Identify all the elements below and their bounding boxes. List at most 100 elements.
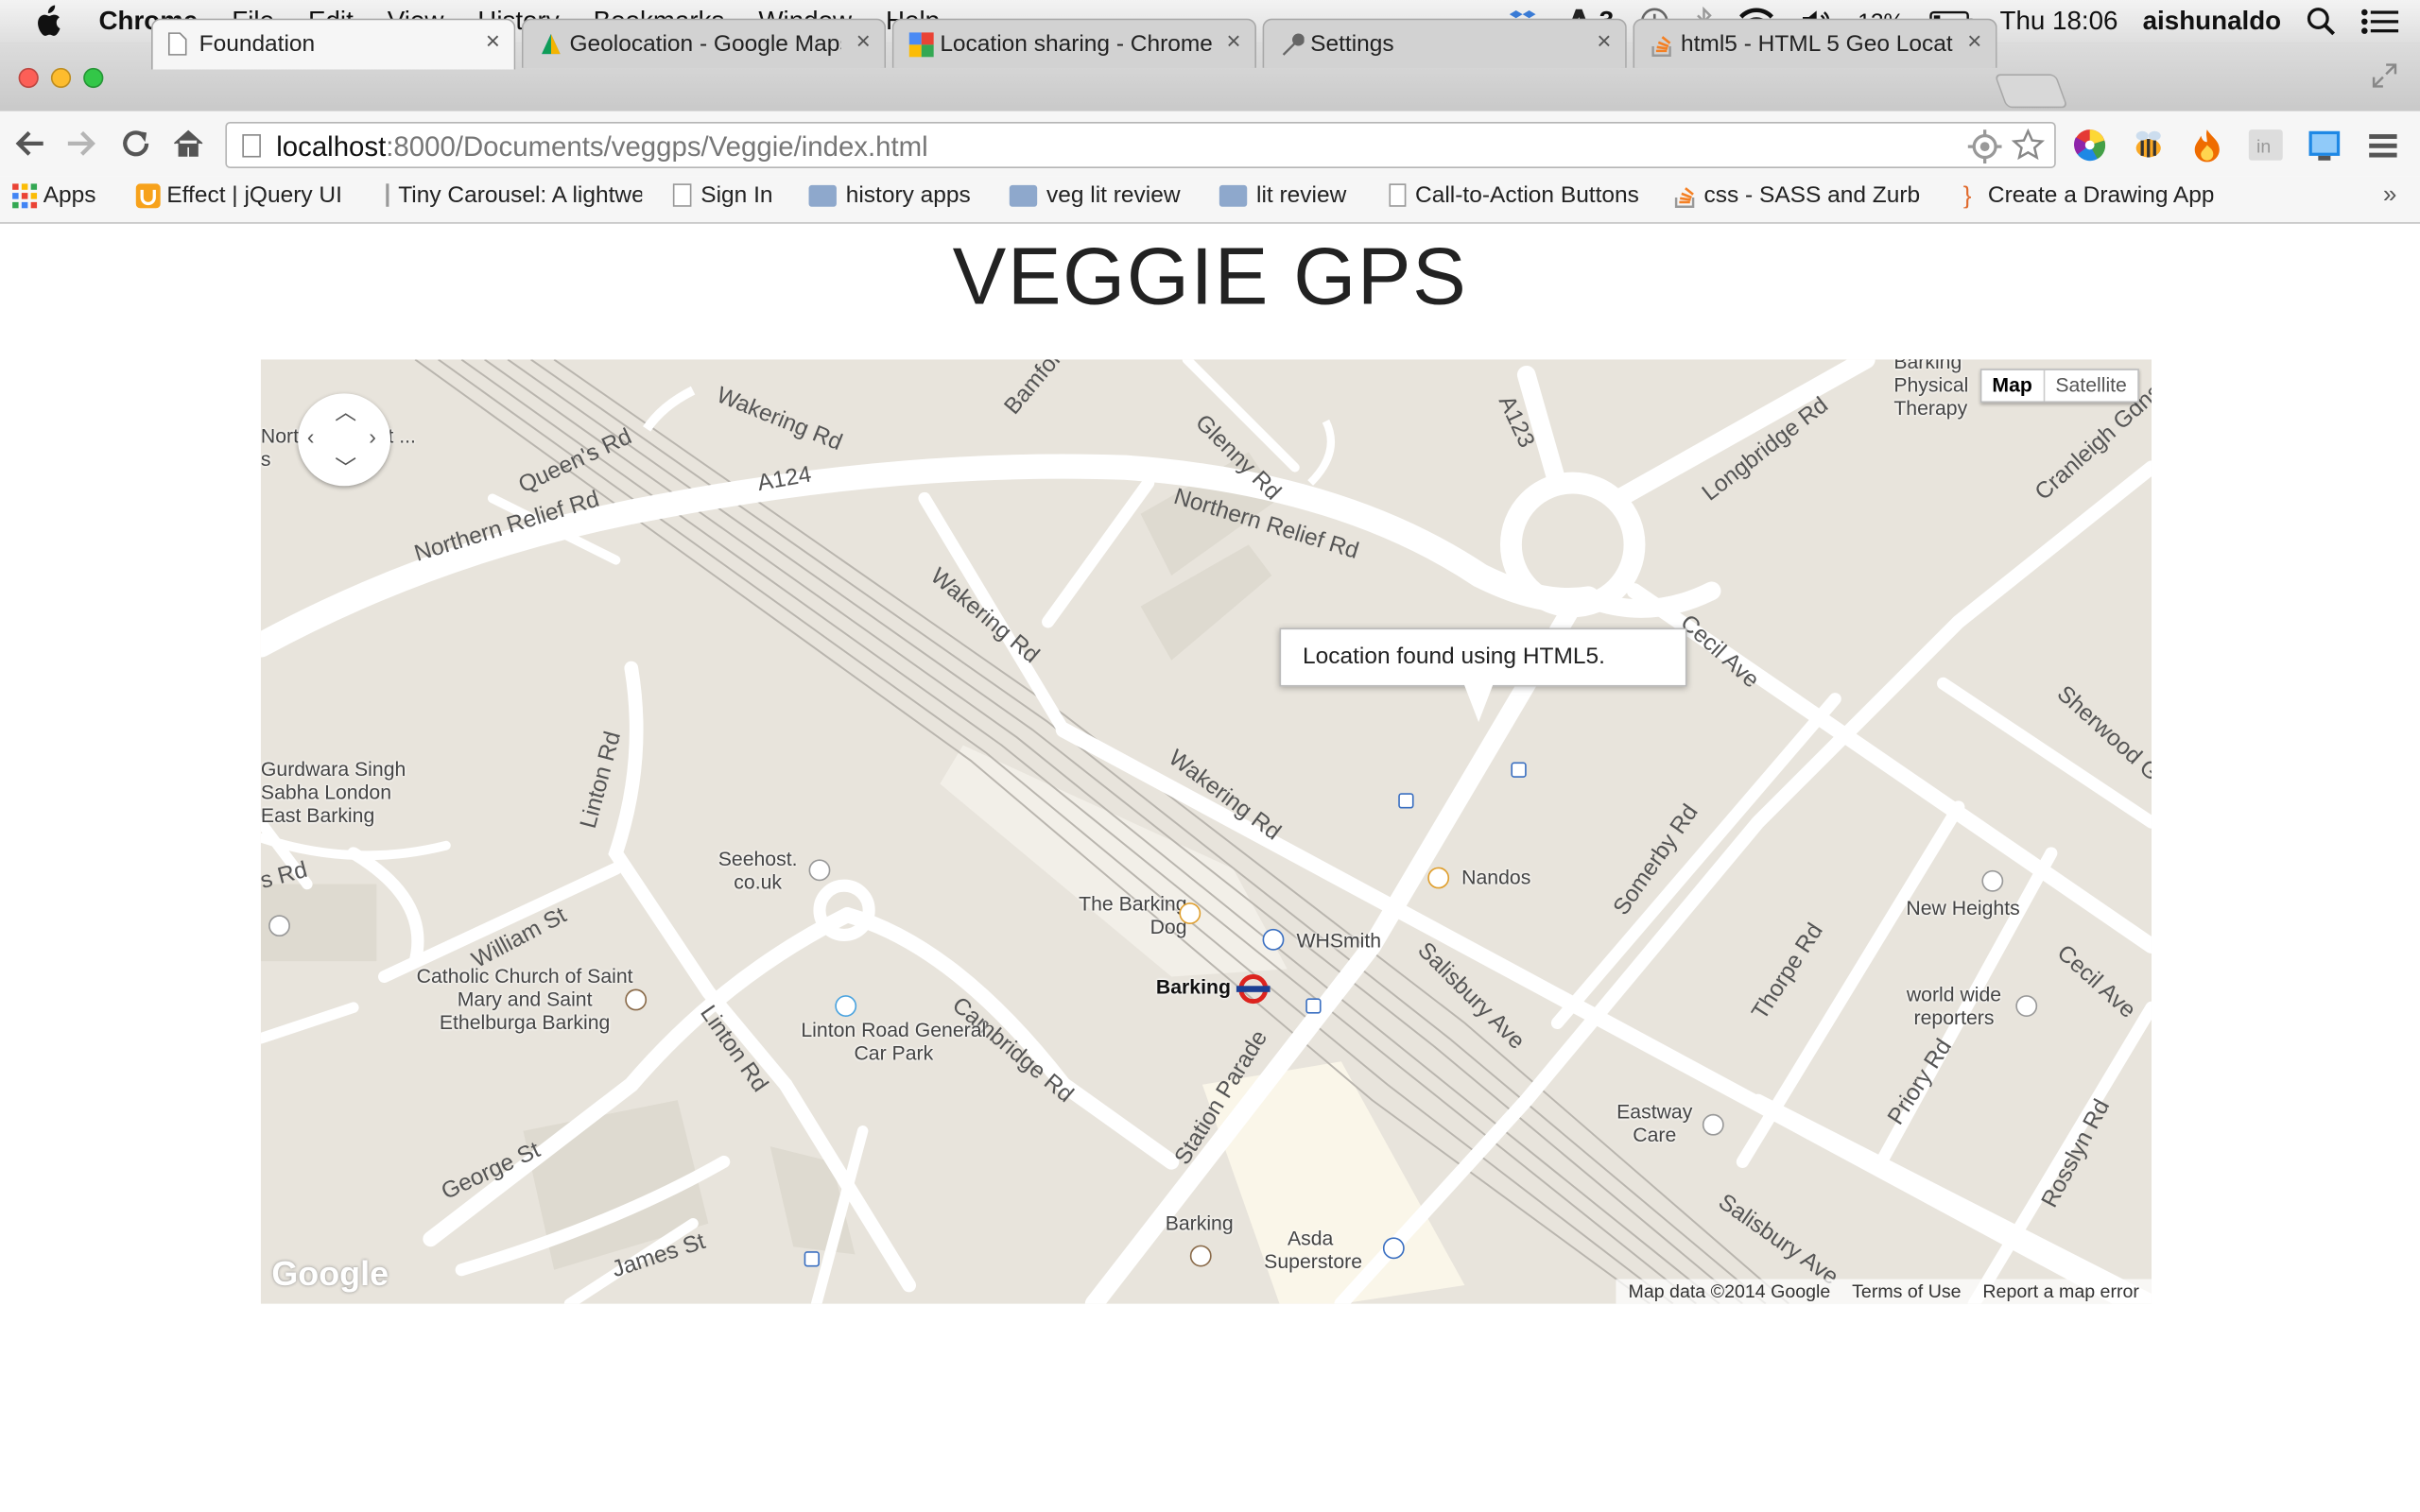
bookmark-jquery-effect[interactable]: Effect | jQuery UI [135, 181, 342, 209]
close-tab-icon[interactable]: × [1597, 29, 1611, 57]
bookmark-label: Call-to-Action Buttons [1415, 181, 1639, 209]
poi-marker-icon[interactable] [2015, 995, 2038, 1017]
screen: Chrome File Edit View History Bookmarks … [0, 0, 2420, 1512]
page-info-icon[interactable] [242, 134, 261, 158]
tab-title: Location sharing - Chrome [940, 30, 1212, 58]
shopping-icon[interactable] [1262, 928, 1285, 951]
close-tab-icon[interactable]: × [486, 29, 500, 57]
map-data-attribution: Map data ©2014 Google [1628, 1280, 1831, 1302]
tab-html5-geolocation[interactable]: html5 - HTML 5 Geo Location × [1633, 18, 1997, 68]
poi-marker-icon[interactable] [1702, 1113, 1724, 1136]
pan-up-icon[interactable]: ︿ [335, 397, 356, 428]
bookmark-star-icon[interactable] [2011, 128, 2046, 170]
fullscreen-icon[interactable] [2371, 61, 2398, 97]
zoom-window-button[interactable] [83, 67, 104, 89]
svg-text:in: in [2256, 137, 2271, 158]
pan-right-icon[interactable]: › [369, 424, 376, 449]
tab-title: Settings [1310, 30, 1394, 58]
map-type-map-button[interactable]: Map [1981, 369, 2045, 402]
home-icon[interactable] [171, 127, 205, 166]
place-label-catholic-church: Catholic Church of Saint Mary and Saint … [416, 964, 633, 1034]
map-canvas[interactable]: Northern Relief Rd Queen's Rd A124 North… [260, 359, 2152, 1304]
clock[interactable]: Thu 18:06 [1999, 7, 2118, 38]
place-label-eastway-care: Eastway Care [1616, 1100, 1693, 1147]
parking-icon[interactable] [835, 995, 857, 1017]
google-logo[interactable]: Google [271, 1254, 389, 1294]
bus-stop-icon[interactable] [1398, 793, 1414, 809]
restaurant-icon[interactable] [1427, 867, 1450, 889]
linkedin-extension-icon[interactable]: in [2247, 127, 2284, 163]
bookmark-sass-zurb[interactable]: css - SASS and Zurb [1673, 182, 1927, 208]
close-tab-icon[interactable]: × [1967, 29, 1981, 57]
bookmark-drawing-app[interactable]: } Create a Drawing App [1963, 182, 2213, 209]
bookmark-label: Effect | jQuery UI [166, 181, 342, 209]
pan-left-icon[interactable]: ‹ [307, 424, 315, 449]
close-tab-icon[interactable]: × [1226, 29, 1240, 57]
notification-center-icon[interactable] [2361, 8, 2399, 35]
tab-location-sharing[interactable]: Location sharing - Chrome × [891, 18, 1257, 68]
hotel-icon[interactable] [1189, 1245, 1212, 1267]
folder-icon [1219, 184, 1248, 206]
close-window-button[interactable] [18, 67, 39, 89]
firebug-extension-icon[interactable] [2188, 127, 2225, 163]
bookmark-apps[interactable]: Apps [12, 181, 96, 209]
url-host: localhost [276, 130, 387, 163]
color-picker-extension-icon[interactable] [2071, 127, 2108, 163]
place-label-world-wide-reporters: world wide reporters [1906, 983, 2002, 1030]
poi-marker-icon[interactable] [268, 915, 290, 937]
bookmark-tiny-carousel[interactable]: Tiny Carousel: A lightweight [386, 182, 642, 208]
apple-icon[interactable] [34, 5, 65, 39]
map-pan-control[interactable]: ︿ ﹀ ‹ › [298, 393, 391, 487]
close-tab-icon[interactable]: × [856, 29, 871, 57]
bookmark-label: veg lit review [1046, 181, 1181, 209]
shopping-cart-icon[interactable] [1382, 1237, 1405, 1260]
map-type-satellite-button[interactable]: Satellite [2045, 370, 2137, 402]
tab-foundation[interactable]: Foundation × [151, 18, 516, 70]
bookmark-folder-veg-lit-review[interactable]: veg lit review [1009, 181, 1181, 209]
reload-icon[interactable] [119, 127, 153, 166]
screen-capture-extension-icon[interactable] [2306, 127, 2342, 163]
poi-marker-icon[interactable] [1981, 869, 2004, 892]
underground-station-icon[interactable] [1236, 972, 1270, 1006]
forward-icon[interactable] [65, 127, 99, 166]
place-label-linton-car-park: Linton Road General Car Park [801, 1018, 987, 1065]
page-icon [672, 183, 692, 207]
url-path: :8000/Documents/veggps/Veggie/index.html [386, 130, 928, 163]
address-bar[interactable]: localhost:8000/Documents/veggps/Veggie/i… [225, 121, 2056, 171]
bookmarks-overflow-icon[interactable]: » [2383, 182, 2397, 210]
place-label-barking-dog: The Barking Dog [1079, 891, 1187, 938]
spotlight-search-icon[interactable] [2306, 7, 2337, 38]
location-tracking-icon[interactable] [1967, 129, 2002, 171]
tab-geolocation[interactable]: Geolocation - Google Maps × [521, 18, 887, 68]
bookmark-label: Apps [43, 181, 96, 209]
bus-stop-icon[interactable] [1511, 762, 1527, 778]
back-icon[interactable] [12, 127, 46, 166]
bar-icon[interactable] [1179, 902, 1201, 924]
bookmark-folder-lit-review[interactable]: lit review [1219, 181, 1347, 209]
user-name[interactable]: aishunaldo [2143, 7, 2282, 38]
tab-settings[interactable]: Settings × [1262, 18, 1627, 68]
place-label-barking-station: Barking [1155, 974, 1231, 999]
terms-of-use-link[interactable]: Terms of Use [1852, 1280, 1961, 1302]
tab-title: Foundation [199, 30, 316, 58]
bus-stop-icon[interactable] [1305, 998, 1322, 1014]
minimize-window-button[interactable] [50, 67, 72, 89]
place-label-whsmith: WHSmith [1296, 928, 1382, 953]
location-info-window: Location found using HTML5. [1279, 627, 1687, 723]
bookmark-label: lit review [1256, 181, 1347, 209]
church-icon[interactable] [625, 988, 648, 1011]
report-map-error-link[interactable]: Report a map error [1982, 1280, 2139, 1302]
pan-down-icon[interactable]: ﹀ [335, 452, 356, 483]
bookmark-call-to-action[interactable]: Call-to-Action Buttons [1389, 181, 1639, 209]
place-label-asda-superstore: Asda Superstore [1264, 1226, 1363, 1273]
bee-extension-icon[interactable] [2130, 127, 2167, 163]
new-tab-button[interactable] [1994, 74, 2068, 109]
bus-stop-icon[interactable] [804, 1251, 820, 1267]
tab-title: Geolocation - Google Maps [569, 30, 841, 58]
place-label-gurdwara: Gurdwara Singh Sabha London East Barking [260, 757, 406, 828]
bookmark-label: Sign In [700, 181, 773, 209]
chrome-menu-icon[interactable] [2364, 127, 2401, 163]
bookmark-folder-history-apps[interactable]: history apps [808, 182, 971, 208]
poi-marker-icon[interactable] [808, 859, 831, 882]
bookmark-sign-in[interactable]: Sign In [672, 181, 773, 209]
